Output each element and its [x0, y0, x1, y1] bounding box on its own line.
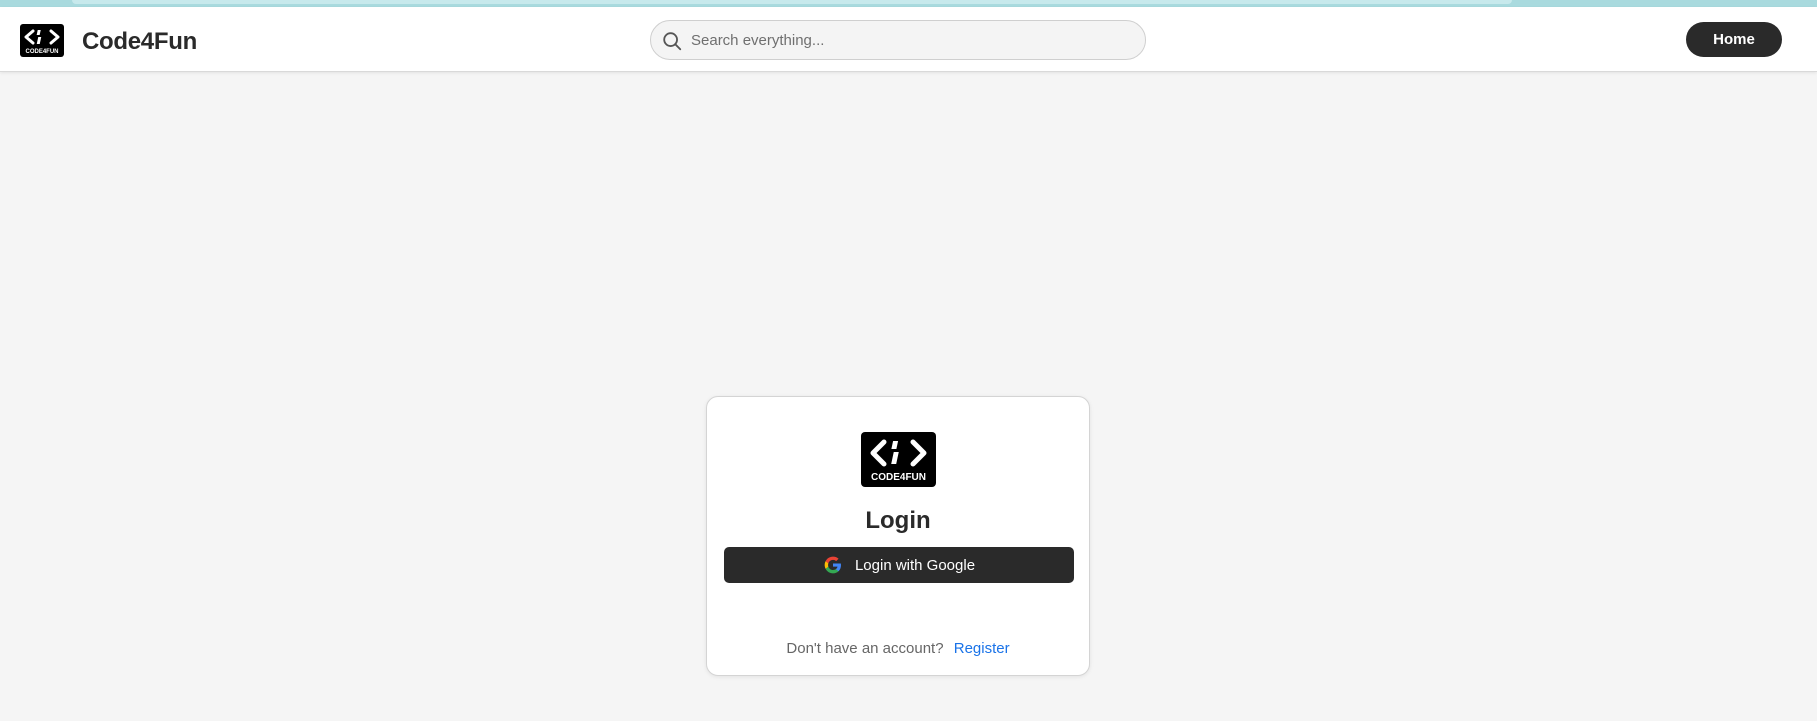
login-card: CODE4FUN Login Login with Google Don't h… [706, 396, 1090, 676]
register-row: Don't have an account? Register [707, 640, 1089, 657]
home-button[interactable]: Home [1686, 22, 1782, 57]
search-bar[interactable] [650, 20, 1146, 60]
login-logo: CODE4FUN [861, 432, 936, 487]
brand-name[interactable]: Code4Fun [82, 28, 197, 56]
header-logo[interactable]: CODE4FUN [20, 24, 64, 57]
svg-text:CODE4FUN: CODE4FUN [25, 49, 58, 55]
login-with-google-label: Login with Google [854, 556, 976, 574]
code-brackets-logo-icon: CODE4FUN [24, 29, 60, 55]
login-title: Login [865, 507, 931, 534]
google-icon [824, 556, 841, 574]
register-link[interactable]: Register [954, 640, 1010, 657]
code-brackets-logo-icon: CODE4FUN [870, 439, 927, 483]
search-input[interactable] [691, 21, 1131, 59]
top-accent-bar [0, 0, 1817, 7]
login-with-google-button[interactable]: Login with Google [724, 547, 1074, 583]
no-account-text: Don't have an account? [786, 640, 944, 657]
top-navbar: CODE4FUN Code4Fun Home [0, 7, 1817, 72]
search-icon [663, 32, 682, 51]
svg-text:CODE4FUN: CODE4FUN [871, 472, 926, 483]
top-accent-inner [72, 0, 1512, 4]
